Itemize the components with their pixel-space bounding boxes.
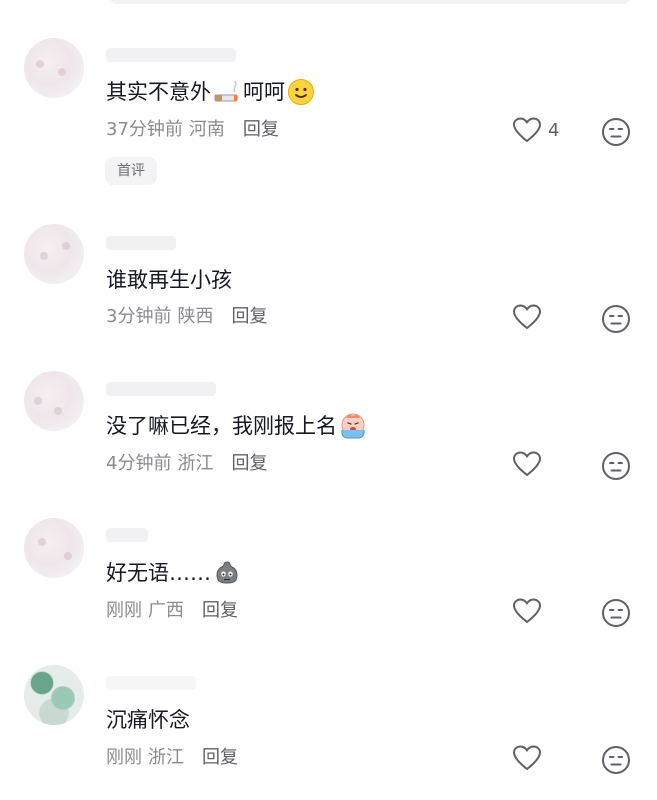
- heart-icon: [512, 304, 542, 330]
- heart-icon: [512, 745, 542, 771]
- smile-emoji: [288, 79, 314, 105]
- avatar[interactable]: [24, 38, 84, 98]
- like-button[interactable]: 4: [512, 116, 559, 144]
- like-count: 4: [548, 119, 560, 141]
- comment-meta: 刚刚 浙江 回复: [106, 746, 238, 770]
- comment-text-after: 呵呵: [243, 80, 285, 104]
- like-button[interactable]: [512, 597, 542, 625]
- neutral-face-icon[interactable]: [601, 598, 631, 628]
- comment-text-main: 沉痛怀念: [106, 708, 190, 732]
- comment-text: 沉痛怀念: [106, 706, 190, 734]
- avatar[interactable]: [24, 665, 84, 725]
- speechless-emoji: [216, 561, 238, 584]
- comment-meta: 4分钟前 浙江 回复: [106, 452, 267, 476]
- neutral-face-icon[interactable]: [601, 117, 631, 147]
- reply-button[interactable]: 回复: [243, 119, 279, 140]
- comment-text-main: 好无语……: [106, 561, 211, 585]
- comment-location: 浙江: [148, 747, 184, 768]
- username-blurred[interactable]: [106, 48, 236, 62]
- comment-text-main: 其实不意外: [106, 80, 211, 104]
- first-comment-badge: 首评: [105, 157, 157, 185]
- crying-emoji: [341, 413, 365, 439]
- heart-icon: [512, 117, 542, 143]
- reply-button[interactable]: 回复: [231, 306, 267, 327]
- comment-text: 其实不意外 呵呵: [106, 78, 315, 106]
- avatar[interactable]: [24, 224, 84, 284]
- comment-location: 浙江: [177, 453, 214, 474]
- heart-icon: [512, 451, 542, 477]
- comment-time: 4分钟前: [106, 453, 172, 474]
- like-button[interactable]: [512, 450, 542, 478]
- comment-text: 谁敢再生小孩: [106, 266, 232, 294]
- top-input-bar: [110, 0, 630, 4]
- reply-button[interactable]: 回复: [202, 747, 238, 768]
- comment-meta: 37分钟前 河南 回复: [106, 118, 279, 142]
- comment-location: 河南: [188, 119, 225, 140]
- comment-text: 没了嘛已经，我刚报上名: [106, 412, 367, 440]
- comment-location: 广西: [148, 600, 184, 621]
- comment-meta: 刚刚 广西 回复: [106, 599, 238, 623]
- neutral-face-icon[interactable]: [601, 451, 631, 481]
- cigarette-emoji: [214, 80, 238, 102]
- username-blurred[interactable]: [106, 236, 176, 250]
- comment-location: 陕西: [177, 306, 214, 327]
- comment-time: 刚刚: [106, 747, 142, 768]
- comment-time: 3分钟前: [106, 306, 172, 327]
- avatar[interactable]: [24, 371, 84, 431]
- avatar[interactable]: [24, 518, 84, 578]
- comment-text: 好无语……: [106, 559, 241, 587]
- heart-icon: [512, 598, 542, 624]
- comment-time: 刚刚: [106, 600, 142, 621]
- username-blurred[interactable]: [106, 528, 148, 542]
- comment-meta: 3分钟前 陕西 回复: [106, 305, 267, 329]
- like-button[interactable]: [512, 744, 542, 772]
- username-blurred[interactable]: [106, 382, 216, 396]
- neutral-face-icon[interactable]: [601, 304, 631, 334]
- neutral-face-icon[interactable]: [601, 745, 631, 775]
- reply-button[interactable]: 回复: [231, 453, 267, 474]
- comment-time: 37分钟前: [106, 119, 183, 140]
- comment-text-main: 没了嘛已经，我刚报上名: [106, 414, 337, 438]
- like-button[interactable]: [512, 303, 542, 331]
- comment-text-main: 谁敢再生小孩: [106, 268, 232, 292]
- username-blurred[interactable]: [106, 676, 196, 690]
- reply-button[interactable]: 回复: [202, 600, 238, 621]
